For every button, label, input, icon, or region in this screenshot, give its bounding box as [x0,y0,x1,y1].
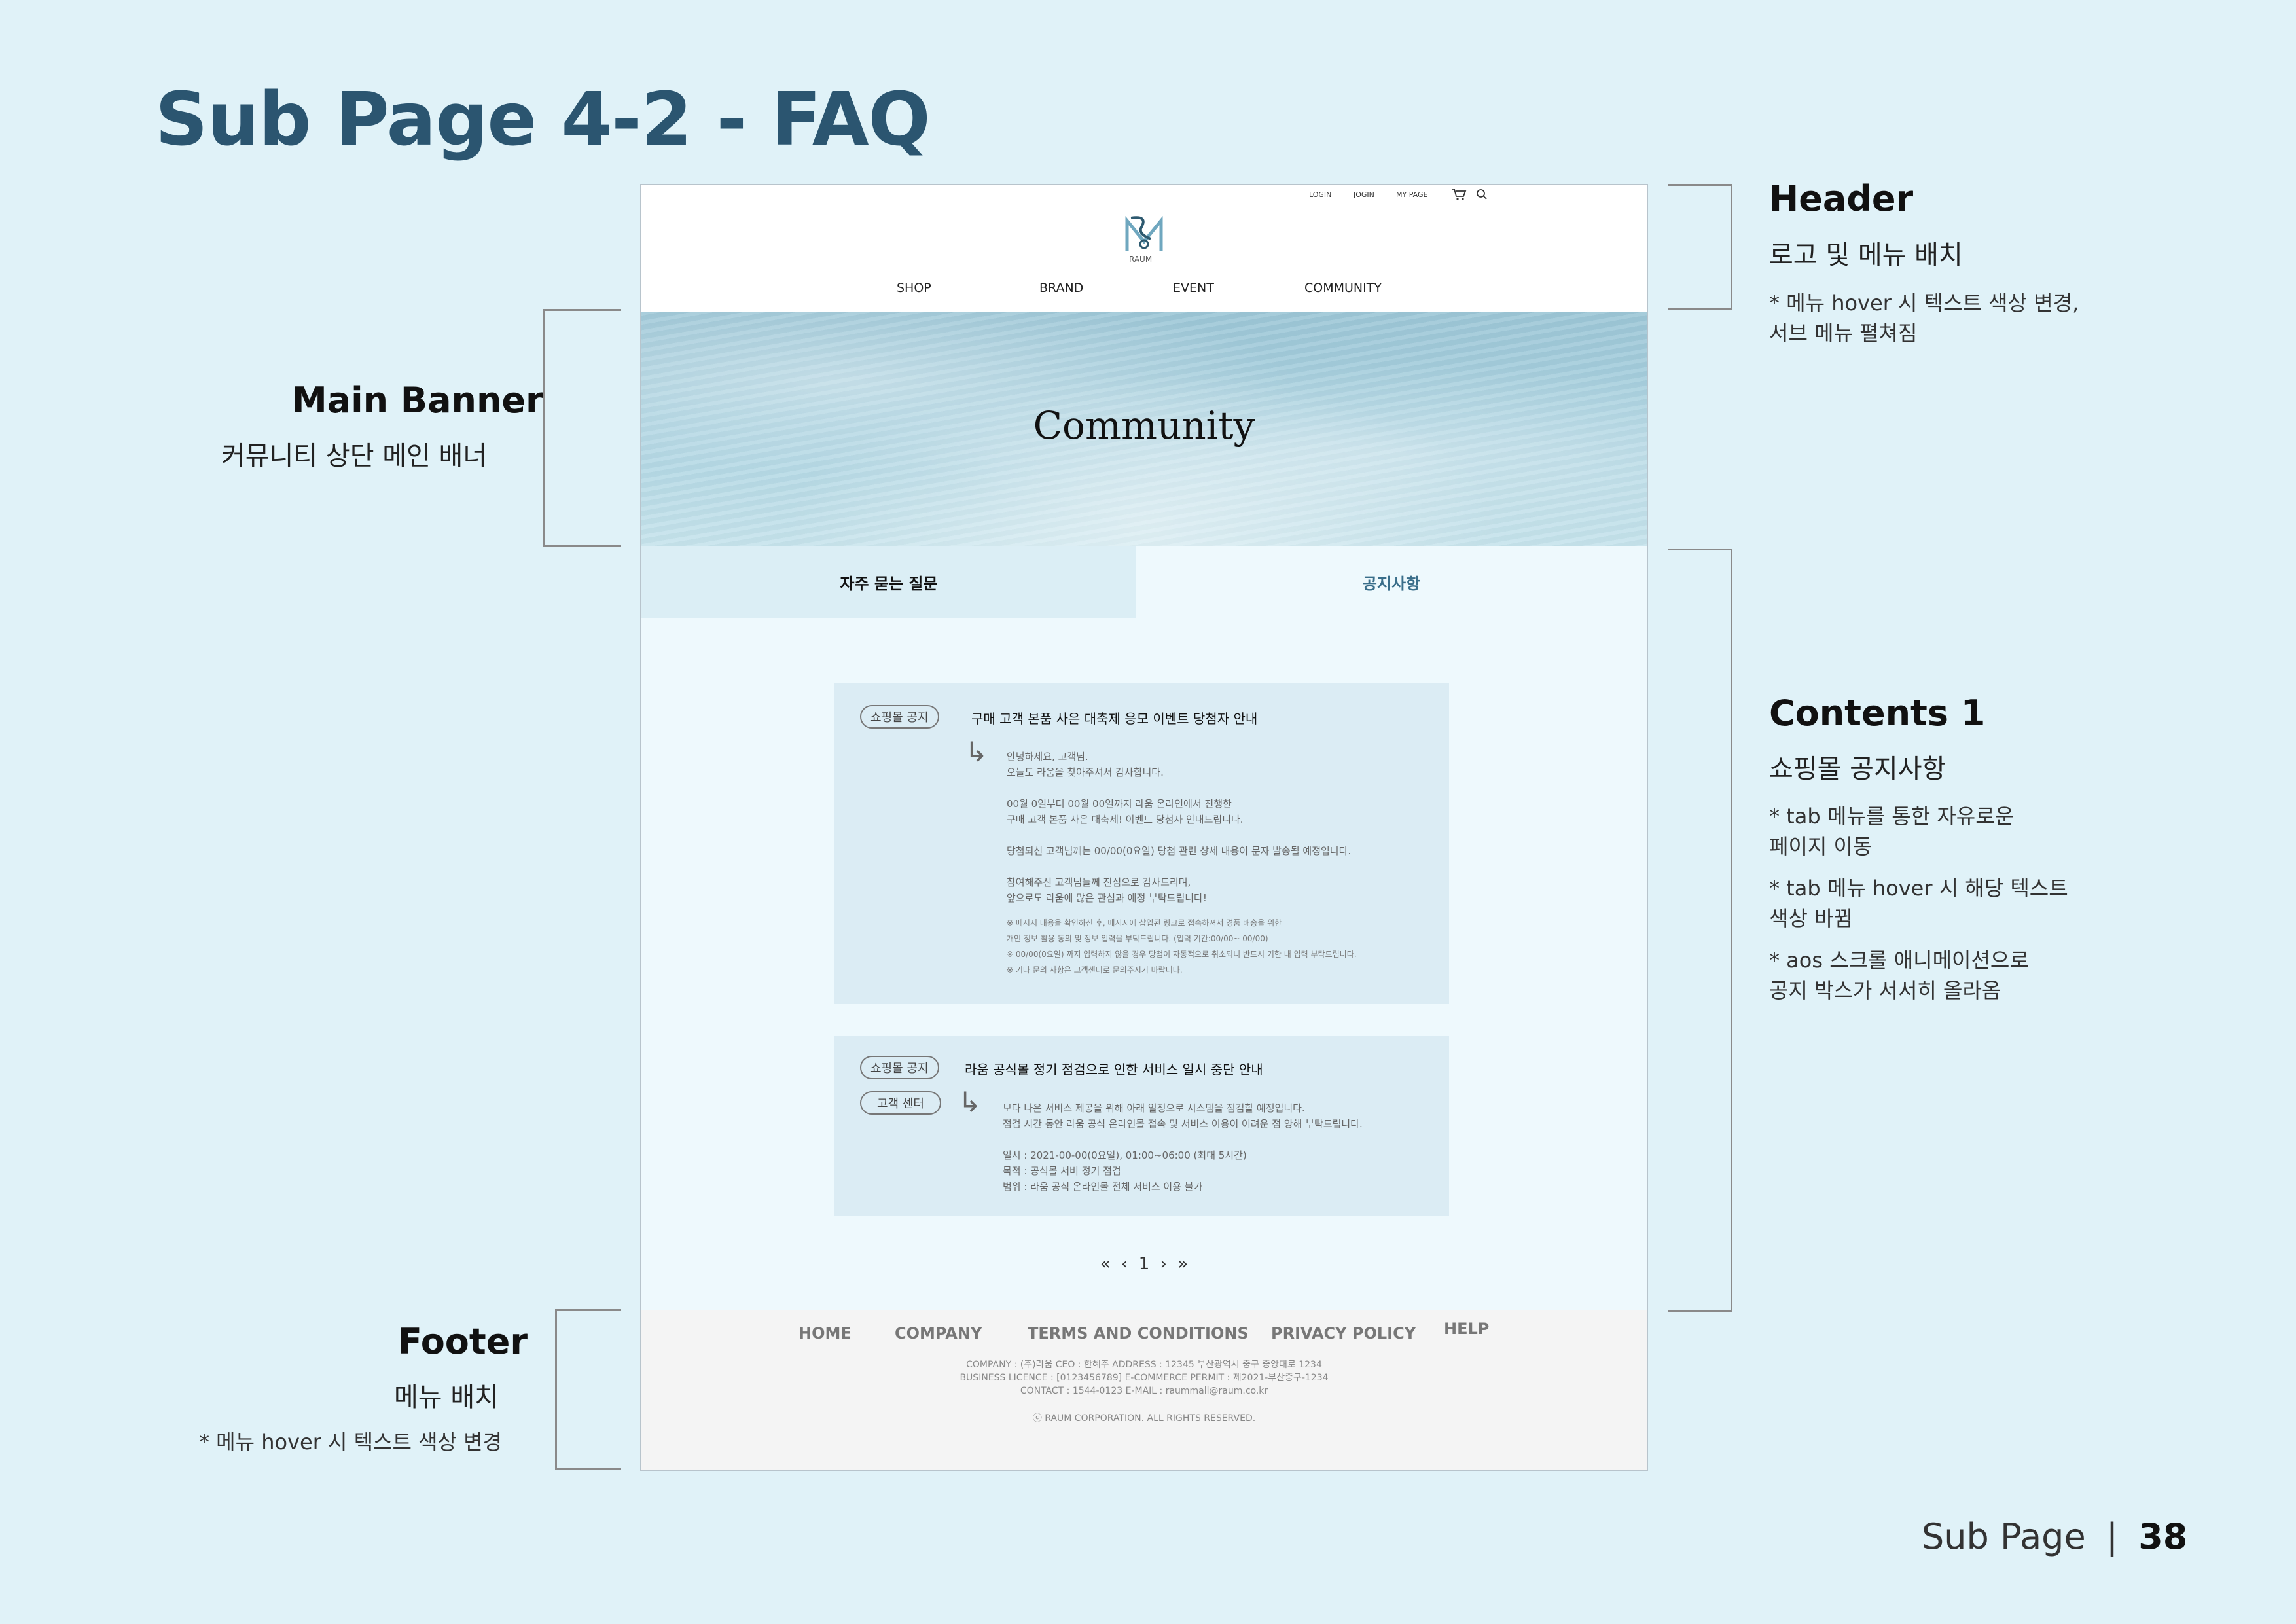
copyright: ⓒ RAUM CORPORATION. ALL RIGHTS RESERVED. [1032,1413,1256,1424]
category-badge: 쇼핑몰 공지 [860,1056,939,1079]
header-annotation-title: Header [1769,178,1914,219]
footer-bracket [555,1309,621,1470]
banner-title: Community [1033,403,1255,448]
site-footer: HOME COMPANY TERMS AND CONDITIONS PRIVAC… [641,1310,1647,1470]
category-badge: 고객 센터 [860,1091,941,1115]
nav-community[interactable]: COMMUNITY [1304,281,1382,295]
footer-annotation-title: Footer [398,1321,528,1362]
reply-arrow-icon: ↳ [958,1086,982,1118]
page-title: Sub Page 4-2 - FAQ [155,77,931,162]
contents-annotation-title: Contents 1 [1769,693,1986,734]
body-line: 00월 0일부터 00월 00일까지 라움 온라인에서 진행한 [1007,798,1232,810]
body-line: 당첨되신 고객님께는 00/00(0요일) 당첨 관련 상세 내용이 문자 발송… [1007,845,1352,857]
contents-note-line: 페이지 이동 [1769,834,1873,859]
prev-page-button[interactable]: ‹ [1121,1254,1128,1274]
footer-annotation-subtitle: 메뉴 배치 [394,1382,499,1413]
page-number: 38 [2138,1516,2188,1557]
body-line: 목적 : 공식몰 서버 정기 점검 [1003,1165,1121,1177]
footer-help-link[interactable]: HELP [1444,1320,1489,1338]
contents-annotation-subtitle: 쇼핑몰 공지사항 [1769,754,1946,784]
note-line: ※ 메시지 내용을 확인하신 후, 메시지에 삽입된 링크로 접속하셔서 경품 … [1007,918,1282,928]
page-number[interactable]: 1 [1139,1254,1150,1274]
banner-annotation-subtitle: 커뮤니티 상단 메인 배너 [221,441,488,471]
site-header: LOGIN JOGIN MY PAGE RAUM SHOP BRAND EVEN… [641,185,1647,312]
body-line: 보다 나은 서비스 제공을 위해 아래 일정으로 시스템을 점검할 예정입니다. [1003,1102,1305,1114]
body-line: 앞으로도 라움에 많은 관심과 애정 부탁드립니다! [1007,892,1207,904]
company-info-line: CONTACT : 1544-0123 E-MAIL : raummall@ra… [1020,1386,1268,1396]
contents-note-line: * tab 메뉴를 통한 자유로운 [1769,804,2015,829]
footer-company-link[interactable]: COMPANY [895,1324,982,1343]
contents-bracket [1668,549,1732,1312]
body-line: 안녕하세요, 고객님. [1007,751,1088,763]
note-line: ※ 00/00(0요일) 까지 입력하지 않을 경우 당첨이 자동적으로 취소되… [1007,950,1357,959]
company-info-line: COMPANY : (주)라움 CEO : 한혜주 ADDRESS : 1234… [966,1360,1322,1370]
next-page-button[interactable]: › [1160,1254,1167,1274]
notice-title[interactable]: 라움 공식몰 정기 점검으로 인한 서비스 일시 중단 안내 [965,1059,1263,1078]
notice-card[interactable]: 쇼핑몰 공지 고객 센터 라움 공식몰 정기 점검으로 인한 서비스 일시 중단… [834,1036,1449,1216]
contents-note-line: * aos 스크롤 애니메이션으로 [1769,948,2029,973]
contents-note-line: 색상 바뀜 [1769,906,1853,931]
reply-arrow-icon: ↳ [965,736,988,768]
body-line: 점검 시간 동안 라움 공식 온라인몰 접속 및 서비스 이용이 어려운 점 양… [1003,1118,1363,1130]
body-line: 참여해주신 고객님들께 진심으로 감사드리며, [1007,876,1191,888]
body-line: 범위 : 라움 공식 온라인몰 전체 서비스 이용 불가 [1003,1181,1203,1193]
header-note-line2: 서브 메뉴 펼쳐짐 [1769,321,1918,346]
banner-annotation-title: Main Banner [292,380,543,421]
category-badge: 쇼핑몰 공지 [860,705,939,729]
mypage-link[interactable]: MY PAGE [1396,190,1427,199]
body-line: 일시 : 2021-00-00(0요일), 01:00~06:00 (최대 5시… [1003,1149,1247,1161]
company-info-line: BUSINESS LICENCE : [0123456789] E-COMMER… [960,1373,1329,1383]
notice-content: 자주 묻는 질문 공지사항 쇼핑몰 공지 구매 고객 본품 사은 대축제 응모 … [641,546,1647,1310]
notice-title[interactable]: 구매 고객 본품 사은 대축제 응모 이벤트 당첨자 안내 [971,708,1257,727]
body-line: 오늘도 라움을 찾아주셔서 감사합니다. [1007,767,1164,778]
header-bracket [1668,184,1732,310]
note-line: 개인 정보 활용 동의 및 정보 입력을 부탁드립니다. (입력 기간:00/0… [1007,934,1268,943]
tab-notice[interactable]: 공지사항 [1136,546,1647,618]
search-icon[interactable] [1476,189,1488,203]
page-number-label: Sub Page | 38 [1922,1516,2188,1557]
page-mockup: LOGIN JOGIN MY PAGE RAUM SHOP BRAND EVEN… [640,184,1648,1471]
header-note-line1: * 메뉴 hover 시 텍스트 색상 변경, [1769,291,2079,316]
cart-icon[interactable] [1451,188,1467,204]
footer-terms-link[interactable]: TERMS AND CONDITIONS [1028,1324,1249,1343]
first-page-button[interactable]: « [1100,1254,1111,1274]
body-line: 구매 고객 본품 사은 대축제! 이벤트 당첨자 안내드립니다. [1007,814,1244,825]
company-info: COMPANY : (주)라움 CEO : 한혜주 ADDRESS : 1234… [641,1358,1647,1425]
nav-shop[interactable]: SHOP [897,281,931,295]
nav-event[interactable]: EVENT [1173,281,1214,295]
tab-faq[interactable]: 자주 묻는 질문 [641,546,1136,618]
header-annotation-subtitle: 로고 및 메뉴 배치 [1769,240,1963,270]
banner-bracket [543,309,621,547]
contents-annotation-note: * tab 메뉴를 통한 자유로운 페이지 이동 * tab 메뉴 hover … [1769,801,2068,1005]
footer-annotation-note: * 메뉴 hover 시 텍스트 색상 변경 [199,1430,503,1454]
main-banner: Community [641,312,1647,546]
contents-note-line: * tab 메뉴 hover 시 해당 텍스트 [1769,876,2068,901]
nav-brand[interactable]: BRAND [1039,281,1083,295]
login-link[interactable]: LOGIN [1309,190,1331,199]
notice-card[interactable]: 쇼핑몰 공지 구매 고객 본품 사은 대축제 응모 이벤트 당첨자 안내 ↳ 안… [834,683,1449,1004]
footer-privacy-link[interactable]: PRIVACY POLICY [1271,1324,1416,1343]
logo-text: RAUM [1129,255,1153,264]
contents-note-line: 공지 박스가 서서히 올라옴 [1769,978,2001,1003]
footer-home-link[interactable]: HOME [798,1324,852,1343]
last-page-button[interactable]: » [1177,1254,1188,1274]
section-label: Sub Page [1922,1516,2086,1557]
header-annotation-note: * 메뉴 hover 시 텍스트 색상 변경, 서브 메뉴 펼쳐짐 [1769,288,2079,348]
notice-body: 안녕하세요, 고객님. 오늘도 라움을 찾아주셔서 감사합니다. 00월 0일부… [1007,749,1357,978]
note-line: ※ 기타 문의 사항은 고객센터로 문의주시기 바랍니다. [1007,965,1183,975]
pagination: « ‹ 1 › » [641,1254,1647,1274]
join-link[interactable]: JOGIN [1354,190,1374,199]
notice-body: 보다 나은 서비스 제공을 위해 아래 일정으로 시스템을 점검할 예정입니다.… [1003,1100,1363,1195]
